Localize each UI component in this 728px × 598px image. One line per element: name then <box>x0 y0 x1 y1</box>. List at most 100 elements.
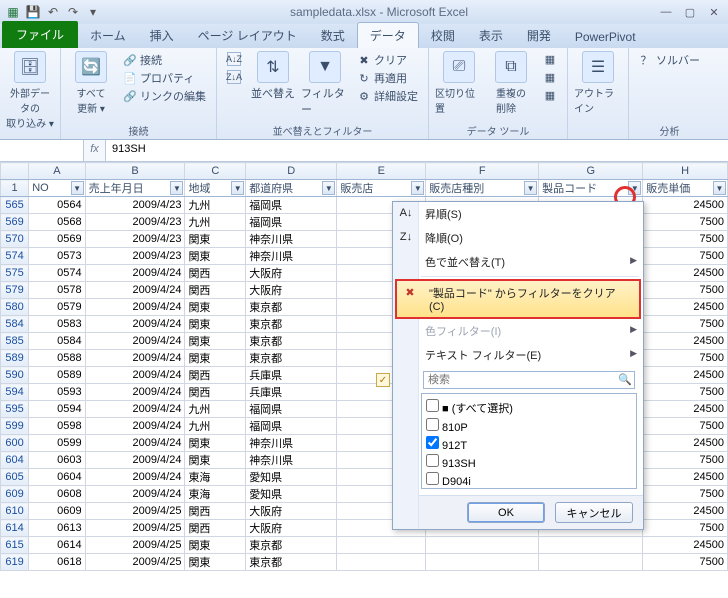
cell[interactable]: 2009/4/24 <box>85 401 185 418</box>
menu-sort-desc[interactable]: Z↓降順(O) <box>393 226 643 250</box>
cell[interactable]: 2009/4/24 <box>85 299 185 316</box>
tab-pagelayout[interactable]: ページ レイアウト <box>186 23 309 48</box>
cell[interactable] <box>426 537 539 554</box>
cell[interactable]: 関西 <box>185 367 246 384</box>
cell[interactable]: 2009/4/24 <box>85 384 185 401</box>
name-box[interactable] <box>0 140 84 161</box>
filter-check-item[interactable]: 912T <box>426 435 632 453</box>
cell[interactable]: 関東 <box>185 248 246 265</box>
undo-icon[interactable]: ↶ <box>44 3 62 21</box>
cell[interactable]: 0583 <box>29 316 85 333</box>
cell[interactable]: 2009/4/24 <box>85 265 185 282</box>
cancel-button[interactable]: キャンセル <box>555 502 633 523</box>
row-header[interactable]: 575 <box>1 265 29 282</box>
formula-input[interactable]: 913SH <box>106 140 728 161</box>
cell[interactable]: 0594 <box>29 401 85 418</box>
cell[interactable]: 0609 <box>29 503 85 520</box>
cell[interactable]: 0564 <box>29 197 85 214</box>
tab-file[interactable]: ファイル <box>2 21 78 48</box>
cell[interactable]: 大阪府 <box>246 503 337 520</box>
filter-dropdown-icon[interactable]: ▼ <box>713 181 726 195</box>
cell[interactable]: 0578 <box>29 282 85 299</box>
cell[interactable]: 東京都 <box>246 537 337 554</box>
row-header[interactable]: 600 <box>1 435 29 452</box>
cell[interactable]: 24500 <box>643 503 728 520</box>
cell[interactable]: 東京都 <box>246 299 337 316</box>
cell[interactable]: 7500 <box>643 452 728 469</box>
row-header[interactable]: 615 <box>1 537 29 554</box>
advanced-filter-button[interactable]: ⚙詳細設定 <box>353 87 422 105</box>
col-header[interactable]: F <box>426 163 539 180</box>
cell[interactable]: 0573 <box>29 248 85 265</box>
filter-dropdown-icon[interactable]: ▼ <box>322 181 335 195</box>
cell[interactable]: 0618 <box>29 554 85 571</box>
cell[interactable]: 関東 <box>185 231 246 248</box>
cell[interactable]: 2009/4/23 <box>85 214 185 231</box>
external-data-button[interactable]: 🗄 外部データの 取り込み ▾ <box>6 51 54 130</box>
cell[interactable]: 2009/4/25 <box>85 520 185 537</box>
tab-review[interactable]: 校閲 <box>419 23 467 48</box>
cell[interactable]: 東京都 <box>246 554 337 571</box>
cell[interactable]: 東京都 <box>246 333 337 350</box>
cell[interactable]: 関東 <box>185 350 246 367</box>
tab-insert[interactable]: 挿入 <box>138 23 186 48</box>
cell[interactable]: 2009/4/24 <box>85 452 185 469</box>
row-header[interactable]: 595 <box>1 401 29 418</box>
sort-desc-button[interactable]: Z↓A <box>223 69 245 85</box>
cell[interactable]: 0608 <box>29 486 85 503</box>
cell[interactable] <box>337 537 426 554</box>
solver-button[interactable]: ？ソルバー <box>635 51 704 69</box>
cell[interactable]: 24500 <box>643 333 728 350</box>
cell[interactable]: 関西 <box>185 503 246 520</box>
cell[interactable]: 7500 <box>643 350 728 367</box>
cell[interactable]: 7500 <box>643 282 728 299</box>
cell[interactable]: 7500 <box>643 231 728 248</box>
tab-view[interactable]: 表示 <box>467 23 515 48</box>
cell[interactable]: 7500 <box>643 248 728 265</box>
cell[interactable]: 愛知県 <box>246 486 337 503</box>
row-header[interactable]: 584 <box>1 316 29 333</box>
cell[interactable]: 0603 <box>29 452 85 469</box>
cell[interactable] <box>337 554 426 571</box>
data-tools-1[interactable]: ▦ <box>539 51 561 67</box>
filter-dropdown-icon[interactable]: ▼ <box>170 181 183 195</box>
col-header[interactable]: A <box>29 163 85 180</box>
menu-sort-asc[interactable]: A↓昇順(S) <box>393 202 643 226</box>
edit-links-button[interactable]: 🔗リンクの編集 <box>119 87 210 105</box>
col-header[interactable]: B <box>85 163 185 180</box>
row-header[interactable]: 614 <box>1 520 29 537</box>
cell[interactable]: 神奈川県 <box>246 435 337 452</box>
cell[interactable]: 0569 <box>29 231 85 248</box>
qat-more-icon[interactable]: ▾ <box>84 3 102 21</box>
remove-duplicates-button[interactable]: ⧉ 重複の 削除 <box>487 51 535 115</box>
col-header[interactable] <box>1 163 29 180</box>
cell[interactable]: 九州 <box>185 197 246 214</box>
cell[interactable]: 兵庫県 <box>246 367 337 384</box>
cell[interactable]: 関西 <box>185 520 246 537</box>
cell[interactable]: 0584 <box>29 333 85 350</box>
cell[interactable]: 関西 <box>185 384 246 401</box>
cell[interactable]: 2009/4/24 <box>85 469 185 486</box>
cell[interactable]: 0598 <box>29 418 85 435</box>
row-header[interactable]: 589 <box>1 350 29 367</box>
row-header[interactable]: 610 <box>1 503 29 520</box>
cell[interactable]: 7500 <box>643 214 728 231</box>
cell[interactable]: 7500 <box>643 418 728 435</box>
cell[interactable]: 神奈川県 <box>246 231 337 248</box>
cell[interactable]: 大阪府 <box>246 265 337 282</box>
cell[interactable]: 2009/4/24 <box>85 333 185 350</box>
filter-check-item[interactable]: 810P <box>426 417 632 435</box>
cell[interactable]: 関東 <box>185 537 246 554</box>
cell[interactable]: 24500 <box>643 299 728 316</box>
cell[interactable]: 東京都 <box>246 316 337 333</box>
cell[interactable]: 九州 <box>185 401 246 418</box>
row-header[interactable]: 580 <box>1 299 29 316</box>
redo-icon[interactable]: ↷ <box>64 3 82 21</box>
maximize-button[interactable]: ▢ <box>680 6 700 19</box>
cell[interactable]: 0613 <box>29 520 85 537</box>
cell[interactable]: 関東 <box>185 554 246 571</box>
cell[interactable]: 0614 <box>29 537 85 554</box>
cell[interactable]: 0593 <box>29 384 85 401</box>
col-header[interactable]: D <box>246 163 337 180</box>
cell[interactable]: 九州 <box>185 214 246 231</box>
